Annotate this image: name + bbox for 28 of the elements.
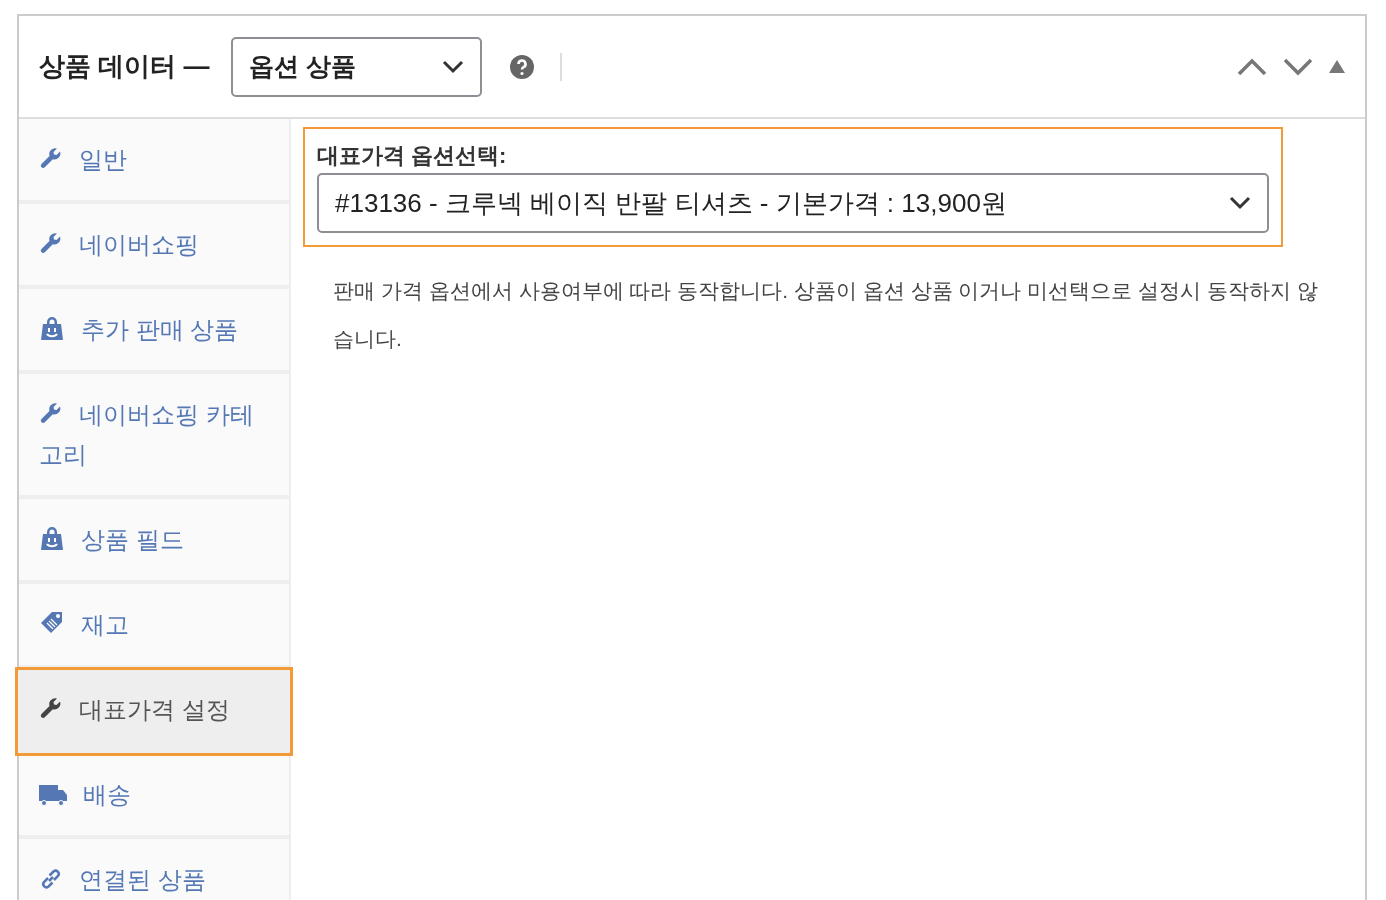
sidebar-tab[interactable]: 상품 필드 bbox=[19, 499, 289, 584]
wrench-icon bbox=[39, 232, 63, 256]
sidebar-tab[interactable]: 배송 bbox=[19, 754, 289, 839]
sidebar-tab[interactable]: 네이버쇼핑 카테고리 bbox=[19, 374, 289, 499]
price-option-select[interactable]: #13136 - 크루넥 베이직 반팔 티셔츠 - 기본가격 : 13,900원 bbox=[317, 173, 1269, 233]
sidebar-tab[interactable]: 일반 bbox=[19, 119, 289, 204]
wrench-icon bbox=[39, 402, 63, 426]
sidebar-tab[interactable]: 추가 판매 상품 bbox=[19, 289, 289, 374]
chevron-down-icon[interactable] bbox=[1283, 57, 1313, 76]
chevron-down-icon bbox=[1229, 196, 1251, 210]
link-icon bbox=[39, 867, 63, 891]
wrench-icon bbox=[39, 697, 63, 721]
description-text: 판매 가격 옵션에서 사용여부에 따라 동작합니다. 상품이 옵션 상품 이거나 미선택으로 설정시 동작하지 않습니다. bbox=[333, 278, 1319, 352]
product-type-select[interactable]: 옵션 상품 bbox=[231, 36, 483, 97]
sidebar-tab[interactable]: 네이버쇼핑 bbox=[19, 204, 289, 289]
shopping-bag-icon bbox=[39, 525, 65, 551]
chevron-down-icon bbox=[442, 59, 465, 74]
panel-title: 상품 데이터 — bbox=[39, 50, 210, 83]
triangle-up-icon[interactable] bbox=[1329, 60, 1345, 73]
sidebar-tab[interactable]: 연결된 상품 bbox=[19, 839, 289, 900]
chevron-up-icon[interactable] bbox=[1237, 57, 1267, 76]
price-tag-icon bbox=[39, 610, 65, 636]
field-label: 대표가격 옵션선택: bbox=[317, 142, 508, 170]
sidebar-tab[interactable]: 대표가격 설정 bbox=[17, 669, 291, 754]
shopping-bag-icon bbox=[39, 315, 65, 341]
truck-icon bbox=[39, 784, 67, 806]
help-icon[interactable] bbox=[510, 54, 535, 79]
wrench-icon bbox=[39, 147, 63, 171]
